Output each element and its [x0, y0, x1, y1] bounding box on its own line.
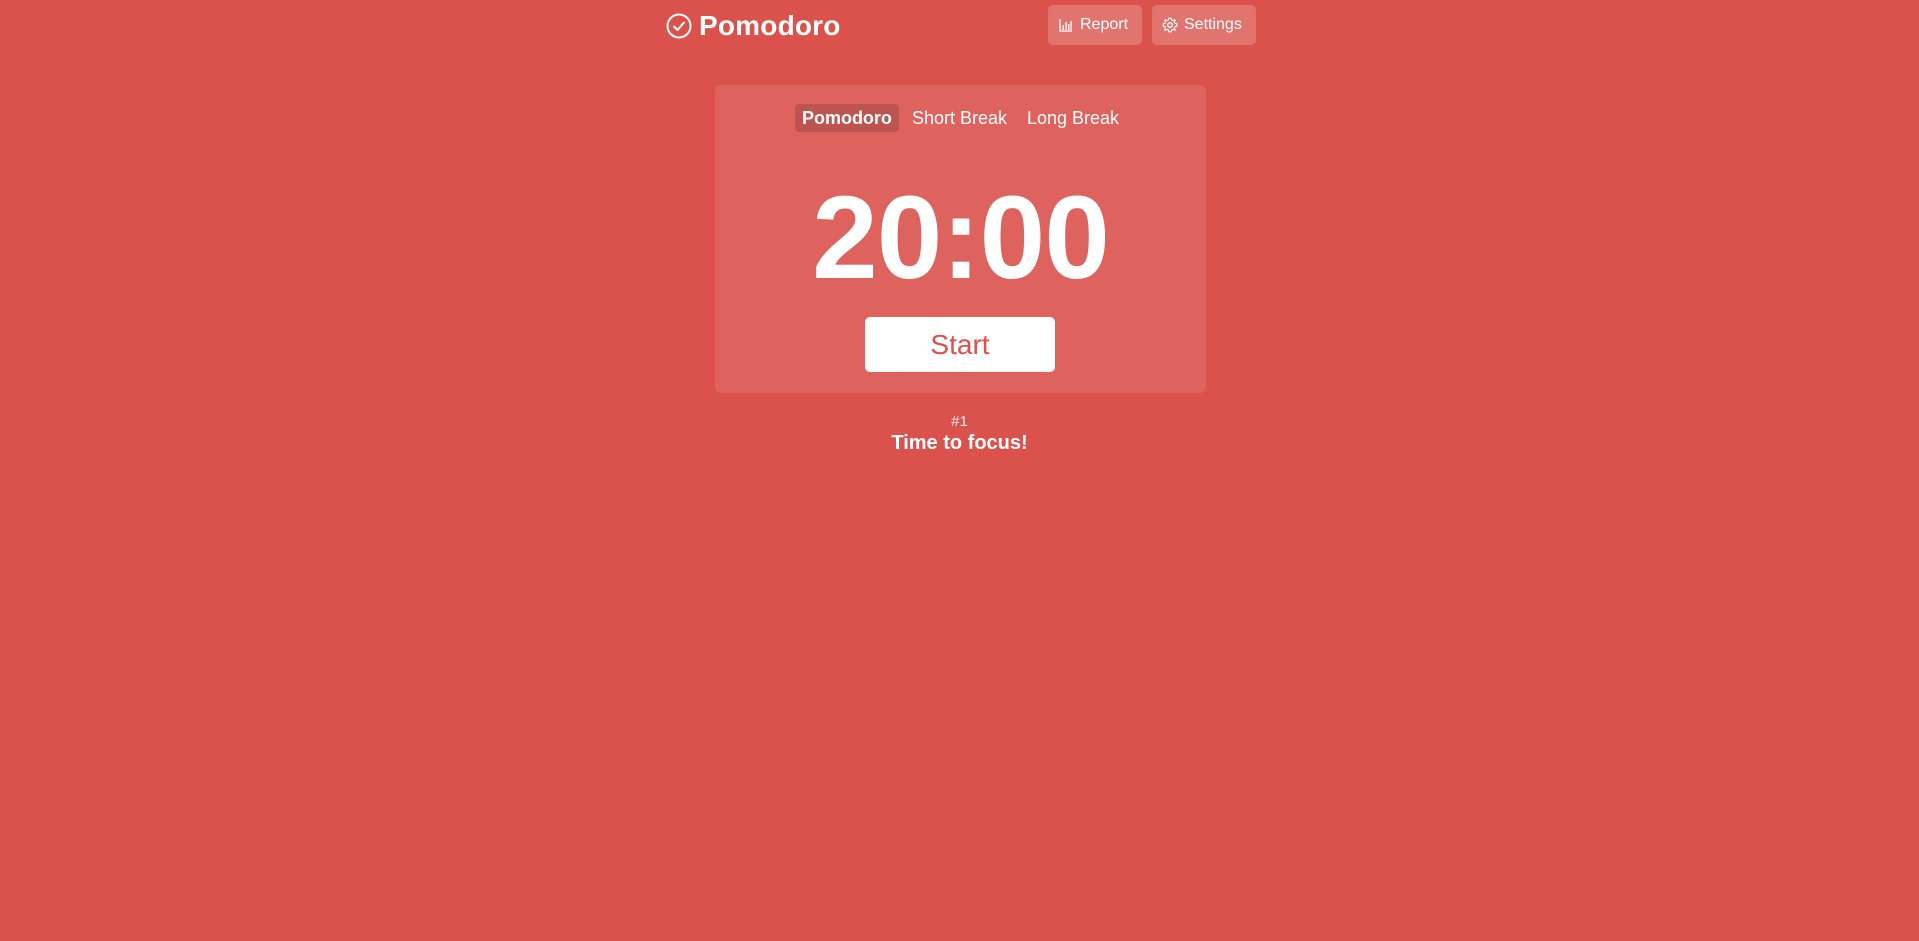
tab-pomodoro[interactable]: Pomodoro	[794, 104, 899, 132]
bar-chart-icon	[1058, 17, 1074, 33]
app-title: Pomodoro	[699, 10, 841, 41]
start-button[interactable]: Start	[865, 317, 1055, 372]
settings-label: Settings	[1184, 16, 1242, 33]
tab-long-break[interactable]: Long Break	[1020, 104, 1126, 132]
settings-button[interactable]: Settings	[1152, 5, 1256, 45]
gear-icon	[1162, 17, 1178, 33]
timer-card: Pomodoro Short Break Long Break 20:00 St…	[715, 85, 1206, 393]
app-logo[interactable]: Pomodoro	[666, 10, 841, 42]
header: Pomodoro Report Settings	[666, 0, 1256, 50]
check-circle-icon	[666, 13, 692, 39]
app-root: Pomodoro Report Settings Pomodoro Short …	[0, 0, 1919, 941]
tab-short-break[interactable]: Short Break	[905, 104, 1014, 132]
report-label: Report	[1080, 16, 1129, 33]
session-count[interactable]: #1	[0, 413, 1919, 430]
mode-tabs: Pomodoro Short Break Long Break	[715, 104, 1206, 132]
status-message: Time to focus!	[891, 432, 1028, 454]
report-button[interactable]: Report	[1048, 5, 1142, 45]
timer-display: 20:00	[812, 172, 1110, 304]
